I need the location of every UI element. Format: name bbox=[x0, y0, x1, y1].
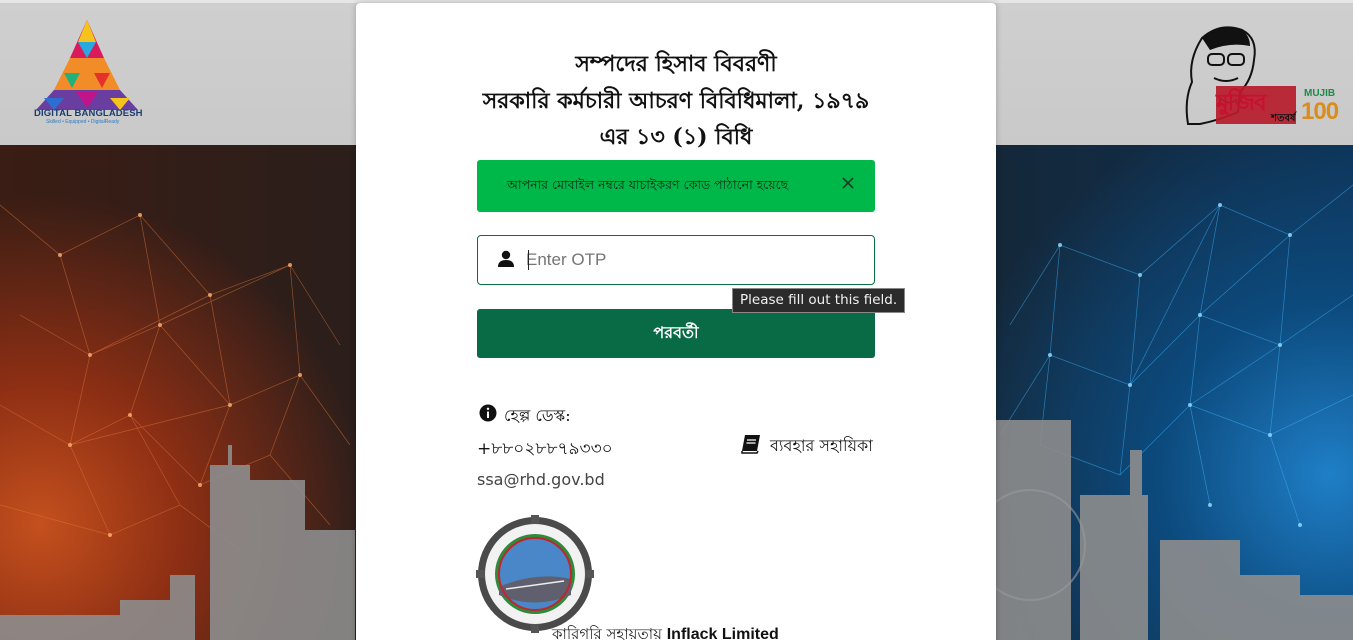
page-subtitle: সরকারি কর্মচারী আচরণ বিবিধিমালা, ১৯৭৯ bbox=[482, 88, 870, 114]
company-name: Inflack Limited bbox=[666, 626, 779, 640]
next-button[interactable]: পরবর্তী bbox=[477, 309, 875, 358]
otp-input[interactable] bbox=[526, 246, 856, 274]
credit-text: কারিগরি সহায়তায় Inflack Limited bbox=[552, 623, 779, 640]
mujib-subtitle: শতবর্ষ bbox=[1271, 113, 1296, 124]
user-icon bbox=[498, 250, 514, 267]
page-title: সম্পদের হিসাব বিবরণী bbox=[575, 51, 777, 77]
page-rule: এর ১৩ (১) বিধি bbox=[599, 124, 753, 150]
login-card: সম্পদের হিসাব বিবরণী সরকারি কর্মচারী আচর… bbox=[356, 3, 996, 640]
help-email: ssa@rhd.gov.bd bbox=[477, 470, 605, 489]
text-caret bbox=[528, 250, 529, 270]
user-guide-label: ব্যবহার সহায়িকা bbox=[770, 436, 873, 455]
help-phone: +৮৮০২৮৮৭৯৩৩০ bbox=[477, 439, 613, 459]
mujib-100-text: 100 bbox=[1301, 98, 1339, 125]
help-desk-label: হেল্প ডেস্ক: bbox=[504, 406, 571, 425]
rhd-seal-logo bbox=[476, 515, 594, 633]
logo-tagline: Skilled • Equipped • DigitalReady bbox=[46, 119, 120, 125]
alert-message: আপনার মোবাইল নম্বরে যাচাইকরণ কোড পাঠানো … bbox=[507, 177, 789, 192]
logo-title: DIGITAL BANGLADESH bbox=[34, 108, 143, 119]
mujib-bangla-text: মুজিব bbox=[1216, 90, 1267, 116]
validation-tooltip: Please fill out this field. bbox=[732, 288, 906, 313]
credit-prefix: কারিগরি সহায়তায় bbox=[552, 625, 662, 640]
info-icon bbox=[479, 404, 497, 422]
close-icon[interactable] bbox=[837, 172, 859, 194]
otp-field bbox=[477, 235, 875, 285]
success-alert: আপনার মোবাইল নম্বরে যাচাইকরণ কোড পাঠানো … bbox=[477, 160, 875, 212]
book-icon bbox=[741, 435, 760, 454]
